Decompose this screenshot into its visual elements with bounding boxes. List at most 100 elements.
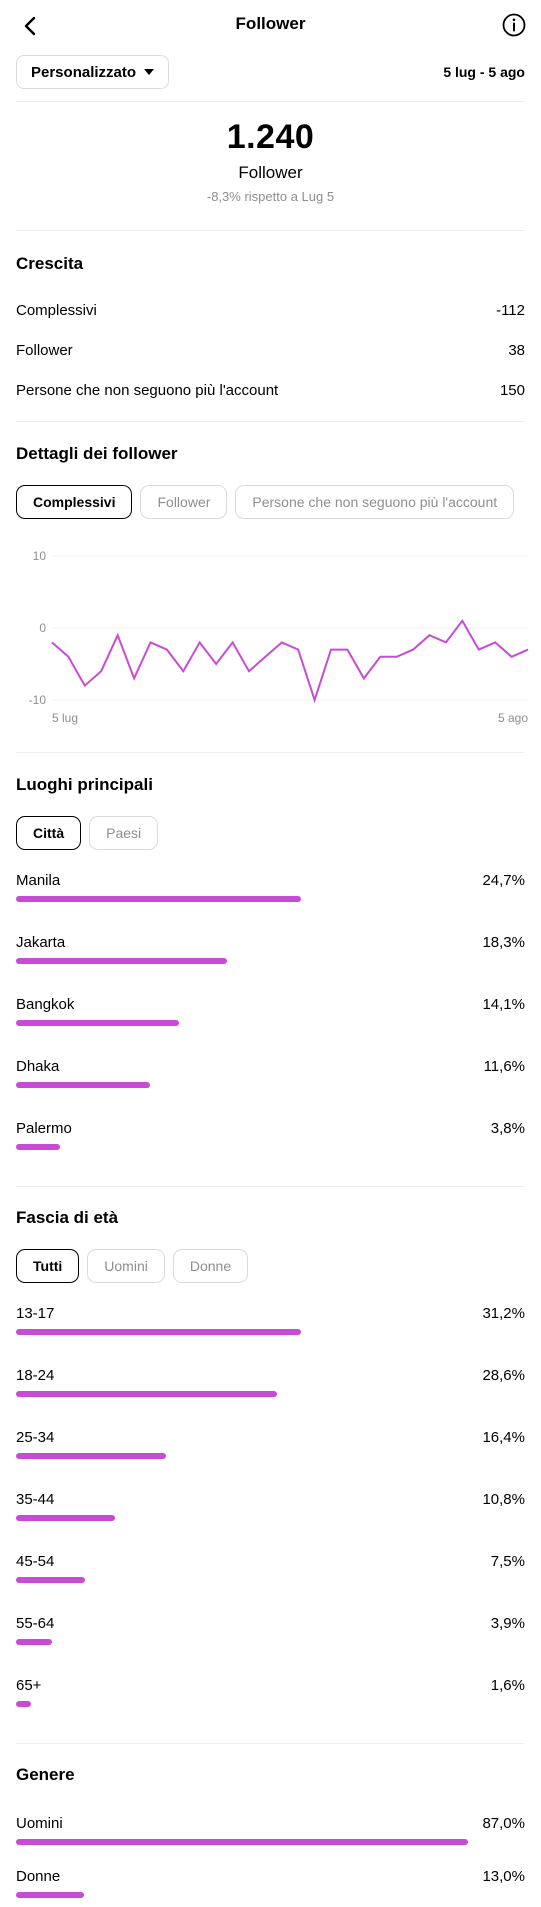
bar-fill [16, 1453, 166, 1459]
tab-women[interactable]: Donne [172, 1249, 249, 1283]
bar-fill [16, 1144, 60, 1150]
list-item-value: 87,0% [482, 1815, 525, 1832]
tab-men[interactable]: Uomini [87, 1249, 165, 1283]
bar-track [16, 1329, 525, 1335]
bar-fill [16, 958, 228, 964]
list-item-value: 24,7% [482, 872, 525, 889]
bar-fill [16, 1839, 468, 1845]
tab-followers[interactable]: Follower [140, 485, 228, 519]
growth-row-followers: Follower 38 [16, 342, 525, 359]
bar-track [16, 1639, 525, 1645]
bar-track [16, 1453, 525, 1459]
info-button[interactable] [501, 12, 527, 38]
list-item-value: 28,6% [482, 1367, 525, 1384]
bar-track [16, 1082, 525, 1088]
divider [16, 421, 525, 422]
list-item-label: 18-24 [16, 1367, 55, 1384]
divider [16, 752, 525, 753]
list-item-value: 16,4% [482, 1429, 525, 1446]
bar-track [16, 1391, 525, 1397]
bar-fill [16, 1577, 85, 1583]
bar-track [16, 1701, 525, 1707]
tab-all[interactable]: Tutti [16, 1249, 80, 1283]
list-item-value: 31,2% [482, 1305, 525, 1322]
bar-track [16, 1515, 525, 1521]
list-item: 45-54 7,5% [16, 1553, 525, 1593]
bar-track [16, 1892, 525, 1898]
list-item: 25-34 16,4% [16, 1429, 525, 1469]
list-item: 35-44 10,8% [16, 1491, 525, 1531]
bar-track [16, 896, 525, 902]
bar-fill [16, 1701, 31, 1707]
list-item: Manila 24,7% [16, 872, 525, 912]
list-item: 13-17 31,2% [16, 1305, 525, 1345]
bar-fill [16, 1639, 52, 1645]
bar-track [16, 1577, 525, 1583]
bar-fill [16, 1082, 150, 1088]
list-item: 65+ 1,6% [16, 1677, 525, 1717]
locations-tabs: Città Paesi [16, 816, 525, 850]
details-title: Dettagli dei follower [16, 444, 178, 463]
list-item-label: Donne [16, 1868, 61, 1885]
period-dropdown[interactable]: Personalizzato [16, 55, 170, 89]
list-item: Donne 13,0% [16, 1868, 525, 1907]
bar-fill [16, 1329, 301, 1335]
list-item-label: 55-64 [16, 1615, 55, 1632]
list-item: Jakarta 18,3% [16, 934, 525, 974]
list-item-value: 14,1% [482, 996, 525, 1013]
gender-title: Genere [16, 1765, 75, 1784]
divider [16, 1743, 525, 1744]
details-tabs: Complessivi Follower Persone che non seg… [16, 485, 525, 519]
bar-track [16, 1020, 525, 1026]
bar-fill [16, 1892, 84, 1898]
follower-line-chart: 10 0 -10 5 lug 5 ago [29, 549, 529, 725]
follower-count-label: Follower [238, 163, 303, 182]
growth-row-label: Follower [16, 342, 73, 359]
series-line [51, 618, 529, 704]
list-item-label: Manila [16, 872, 61, 889]
page-title: Follower [235, 14, 306, 33]
bar-track [16, 1839, 525, 1845]
follower-count: 1.240 [226, 118, 315, 156]
list-item-label: 35-44 [16, 1491, 55, 1508]
tab-countries[interactable]: Paesi [89, 816, 159, 850]
list-item-value: 3,9% [490, 1615, 525, 1632]
info-icon [502, 13, 526, 37]
list-item-label: 65+ [16, 1677, 42, 1694]
divider [16, 101, 525, 102]
list-item: 55-64 3,9% [16, 1615, 525, 1655]
list-item-label: Palermo [16, 1120, 72, 1137]
x-end-label: 5 ago [498, 711, 528, 725]
growth-title: Crescita [16, 254, 84, 273]
growth-row-label: Complessivi [16, 302, 97, 319]
growth-row-value: -112 [496, 302, 525, 319]
list-item-label: Dhaka [16, 1058, 60, 1075]
list-item: Uomini 87,0% [16, 1815, 525, 1855]
list-item-value: 3,8% [490, 1120, 525, 1137]
list-item-value: 1,6% [490, 1677, 525, 1694]
tab-overall[interactable]: Complessivi [16, 485, 133, 519]
bar-track [16, 958, 525, 964]
locations-title: Luoghi principali [16, 775, 153, 794]
bar-fill [16, 1020, 179, 1026]
bar-fill [16, 1515, 115, 1521]
tab-unfollows[interactable]: Persone che non seguono più l'account [235, 485, 515, 519]
list-item-label: Jakarta [16, 934, 66, 951]
growth-row-value: 38 [508, 342, 525, 359]
tab-cities[interactable]: Città [16, 816, 82, 850]
list-item-value: 13,0% [482, 1868, 525, 1885]
list-item: 18-24 28,6% [16, 1367, 525, 1407]
list-item-value: 10,8% [482, 1491, 525, 1508]
list-item: Dhaka 11,6% [16, 1058, 525, 1098]
list-item-label: 25-34 [16, 1429, 55, 1446]
list-item: Palermo 3,8% [16, 1120, 525, 1160]
growth-row-value: 150 [499, 382, 525, 399]
caret-down-icon [144, 69, 155, 75]
list-item-label: Uomini [16, 1815, 63, 1832]
growth-row-unfollows: Persone che non seguono più l'account 15… [16, 382, 525, 399]
y-tick-label: 0 [39, 621, 46, 635]
period-dropdown-label: Personalizzato [31, 63, 137, 81]
divider [16, 1186, 525, 1187]
list-item-label: 13-17 [16, 1305, 55, 1322]
list-item-label: 45-54 [16, 1553, 55, 1570]
